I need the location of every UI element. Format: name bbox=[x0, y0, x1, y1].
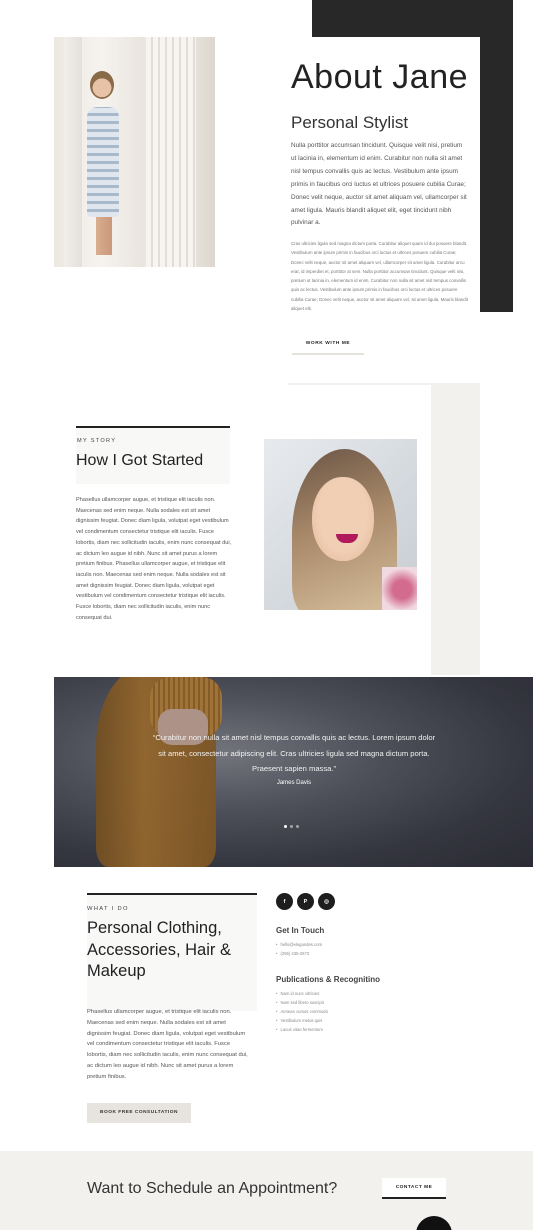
slider-dot[interactable] bbox=[290, 825, 293, 828]
figure-head bbox=[90, 71, 114, 99]
services-section: WHAT I DO Personal Clothing, Accessories… bbox=[0, 867, 533, 1151]
story-section: MY STORY How I Got Started Phasellus ull… bbox=[0, 383, 533, 677]
contact-heading: Get In Touch bbox=[276, 926, 325, 935]
heading-divider bbox=[76, 426, 230, 428]
publications-list: Nam id nunc ultricies Nam sed libero sus… bbox=[276, 989, 328, 1034]
social-links: f P ◎ bbox=[276, 893, 335, 910]
story-eyebrow: MY STORY bbox=[77, 438, 117, 444]
list-item: Nam sed libero suscipit bbox=[276, 998, 328, 1007]
publications-heading: Publications & Recognitino bbox=[276, 975, 381, 984]
work-with-me-button[interactable]: WORK WITH ME bbox=[292, 333, 364, 355]
figure-legs bbox=[96, 215, 112, 255]
story-portrait-image bbox=[264, 439, 417, 610]
story-title: How I Got Started bbox=[76, 452, 204, 469]
floating-action-button[interactable] bbox=[416, 1216, 452, 1230]
contact-email[interactable]: hello@elegandes.com bbox=[276, 940, 322, 949]
about-paragraph: Nulla porttitor accumsan tincidunt. Quis… bbox=[291, 142, 467, 227]
list-item: Nam id nunc ultricies bbox=[276, 989, 328, 998]
book-consultation-button[interactable]: BOOK FREE CONSULTATION bbox=[87, 1103, 191, 1123]
contact-me-button[interactable]: CONTACT ME bbox=[382, 1178, 446, 1199]
testimonial-author: James Davis bbox=[276, 780, 312, 786]
facebook-icon[interactable]: f bbox=[276, 893, 293, 910]
pillar-shape bbox=[64, 37, 82, 267]
services-eyebrow: WHAT I DO bbox=[87, 906, 129, 912]
heading-divider bbox=[87, 893, 257, 895]
list-item: Lacus vitae fermentum bbox=[276, 1025, 328, 1034]
about-section: About Jane Personal Stylist Nulla portti… bbox=[0, 0, 533, 380]
appointment-cta-section: Want to Schedule an Appointment? CONTACT… bbox=[0, 1151, 533, 1230]
slider-dot[interactable] bbox=[284, 825, 287, 828]
figure-dress bbox=[87, 107, 119, 217]
list-item: Vestibulum metus quis bbox=[276, 1016, 328, 1025]
pinterest-icon[interactable]: P bbox=[297, 893, 314, 910]
slider-dot[interactable] bbox=[296, 825, 299, 828]
about-small-paragraph: Cras ultricies ligula sed magna dictum p… bbox=[291, 241, 468, 312]
portrait-face bbox=[312, 477, 374, 561]
about-subtitle: Personal Stylist bbox=[291, 113, 409, 132]
services-paragraph: Phasellus ullamcorper augue, et tristiqu… bbox=[87, 1009, 248, 1080]
about-portrait-image bbox=[54, 37, 215, 267]
testimonial-slider[interactable]: “Curabitur non nulla sit amet nisl tempu… bbox=[54, 677, 533, 867]
contact-phone[interactable]: (255) 435-2573 bbox=[276, 949, 322, 958]
slider-pagination bbox=[284, 825, 299, 828]
list-item: Aenean cursus commodo bbox=[276, 1007, 327, 1016]
services-title: Personal Clothing, Accessories, Hair & M… bbox=[87, 919, 231, 980]
story-paragraph: Phasellus ullamcorper augue, et tristiqu… bbox=[76, 497, 232, 621]
instagram-icon[interactable]: ◎ bbox=[318, 893, 335, 910]
contact-list: hello@elegandes.com (255) 435-2573 bbox=[276, 940, 322, 958]
pillar-shape bbox=[146, 37, 196, 267]
portrait-shirt bbox=[382, 567, 417, 610]
about-title: About Jane bbox=[291, 58, 469, 96]
cta-title: Want to Schedule an Appointment? bbox=[87, 1180, 338, 1197]
testimonial-quote: “Curabitur non nulla sit amet nisl tempu… bbox=[152, 733, 436, 774]
